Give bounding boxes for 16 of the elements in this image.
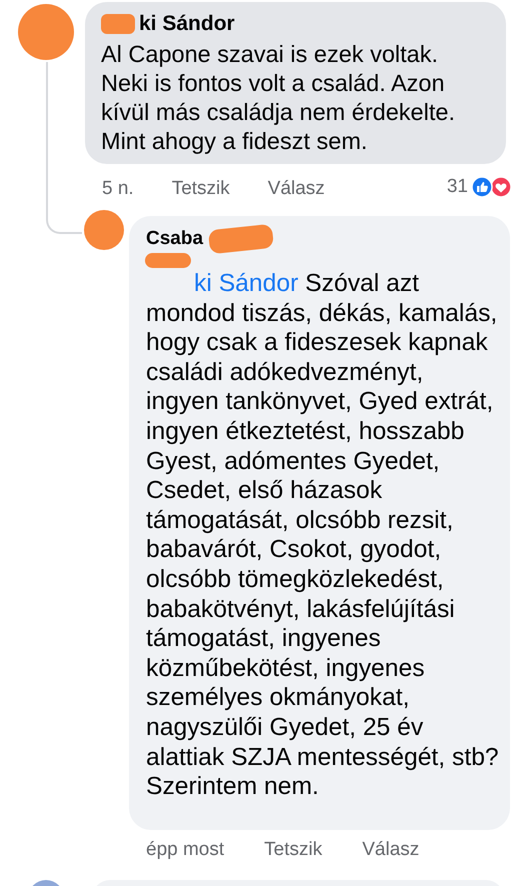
like-button[interactable]: Tetszik — [264, 836, 322, 864]
comment-time: 5 n. — [102, 177, 134, 201]
redaction-mark — [145, 253, 191, 268]
author-name: ki Sándor — [139, 11, 235, 37]
reply-button[interactable]: Válasz — [268, 175, 325, 204]
author-name: Csaba — [146, 227, 204, 251]
comment-time: épp most — [146, 838, 224, 862]
redaction-mark — [101, 14, 135, 34]
comment-text: ki Sándor Szóval azt mondod tiszás, dékás, kamalás, hogy csak a fideszesek kapnak családi adókedvezményt, ingyen tankönyvet, Gyed extrát, ingyen étkeztetést, hosszabb Gyest, adómentes Gyedet, Csedet, első házasok támogatását, olcsóbb rezsit, babavárót, Csokot, gyodot, olcsóbb tömegközlekedést, babakötvényt, lakásfelújítási támogatást, ingyenes közműbekötést, ingyenes személyes okmányokat, nagyszülői Gyedet, 25 év alattiak SZJA mentességét, stb? Szerintem nem. — [146, 269, 500, 802]
like-button[interactable]: Tetszik — [172, 175, 230, 204]
reaction-count: 31 — [446, 175, 468, 199]
like-icon — [471, 176, 493, 198]
avatar — [84, 210, 124, 250]
comment-text: Al Capone szavai is ezek voltak. Neki is fontos volt a család. Azon kívül más családja nem érdekelte. Mint ahogy a fideszt sem. — [101, 40, 456, 156]
reply-button[interactable]: Válasz — [362, 836, 420, 864]
mention-link[interactable]: ki Sándor — [194, 270, 298, 297]
